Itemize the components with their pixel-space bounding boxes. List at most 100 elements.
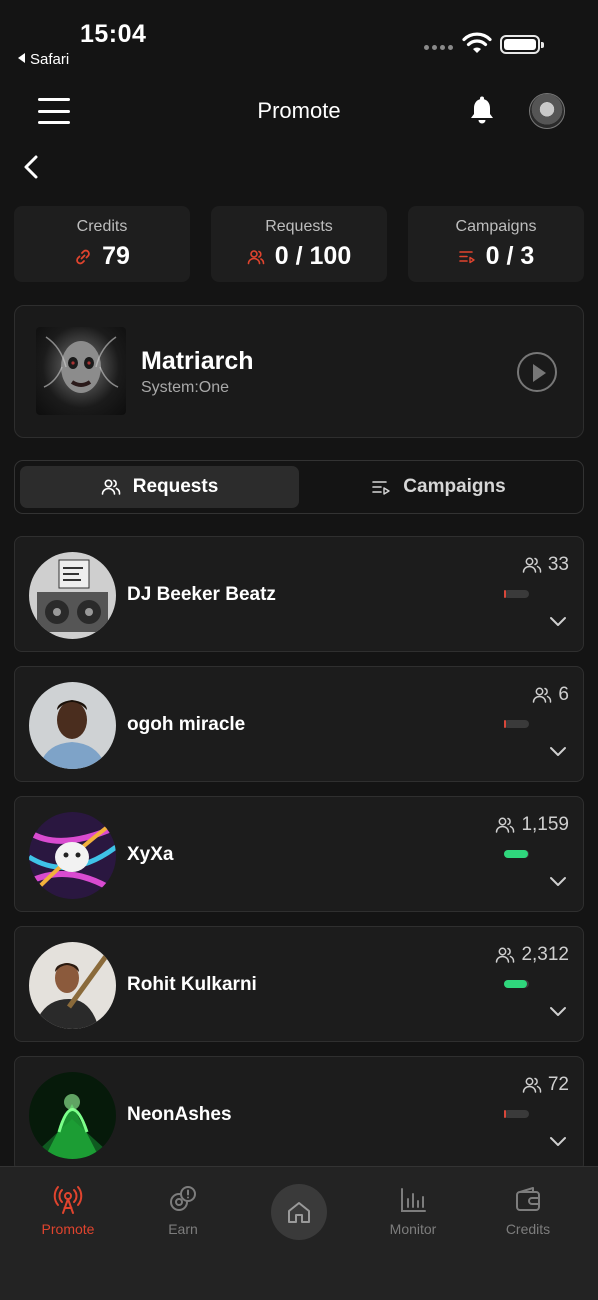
coins-icon — [170, 1186, 196, 1211]
nav-promote[interactable]: Promote — [18, 1185, 118, 1237]
follower-count: 33 — [522, 554, 569, 576]
home-button[interactable] — [271, 1184, 327, 1240]
activity-bar-fill — [504, 1110, 506, 1118]
wallet-icon — [516, 1187, 540, 1211]
activity-bar-fill — [504, 590, 506, 598]
follower-value: 2,312 — [521, 944, 569, 965]
users-icon — [522, 1077, 542, 1093]
follower-count: 6 — [532, 684, 569, 706]
curator-name: ogoh miracle — [127, 714, 246, 735]
follower-count: 72 — [522, 1074, 569, 1096]
activity-bar — [504, 980, 529, 988]
signal-icon — [424, 45, 453, 50]
curator-item[interactable]: DJ Beeker Beatz 33 — [14, 536, 584, 652]
play-button[interactable] — [517, 352, 557, 392]
nav-label: Credits — [505, 1221, 551, 1237]
curator-name: Rohit Kulkarni — [127, 974, 257, 995]
stat-value: 0 / 3 — [485, 242, 535, 270]
curator-item[interactable]: ogoh miracle 6 — [14, 666, 584, 782]
broadcast-icon — [53, 1186, 83, 1214]
nav-label: Promote — [41, 1221, 95, 1237]
follower-value: 1,159 — [521, 814, 569, 835]
users-icon — [533, 687, 552, 703]
page-title: Promote — [257, 98, 341, 123]
tab-campaigns[interactable]: Campaigns — [299, 466, 578, 508]
back-app-label: Safari — [30, 51, 70, 68]
bottom-navigation: Promote Earn Monitor Credits — [0, 1166, 598, 1300]
activity-bar-fill — [504, 720, 506, 728]
wifi-icon — [462, 32, 492, 53]
app-header: Promote — [0, 80, 598, 142]
stat-card-requests: Requests 0 / 100 — [211, 206, 387, 282]
users-icon — [496, 947, 515, 963]
activity-bar — [504, 720, 529, 728]
curator-avatar — [29, 812, 116, 899]
follower-count: 2,312 — [495, 944, 569, 966]
chevron-down-icon[interactable] — [549, 745, 567, 757]
curator-avatar — [29, 552, 116, 639]
curator-avatar — [29, 942, 116, 1029]
activity-bar-fill — [504, 980, 527, 988]
tab-bar: Requests Campaigns — [14, 460, 584, 514]
track-artist: System:One — [141, 379, 230, 396]
users-icon — [496, 817, 515, 833]
curator-avatar — [29, 1072, 116, 1159]
users-icon — [101, 479, 121, 495]
users-icon — [522, 557, 542, 573]
stat-card-campaigns: Campaigns 0 / 3 — [408, 206, 584, 282]
track-artwork — [36, 327, 126, 415]
curator-avatar — [29, 682, 116, 769]
nav-label: Earn — [168, 1221, 198, 1237]
tab-requests[interactable]: Requests — [20, 466, 299, 508]
profile-avatar[interactable] — [529, 93, 565, 129]
chevron-down-icon[interactable] — [549, 615, 567, 627]
curator-name: XyXa — [127, 844, 174, 865]
nav-credits[interactable]: Credits — [478, 1185, 578, 1237]
play-icon — [533, 364, 546, 382]
follower-value: 33 — [547, 554, 569, 575]
battery-icon — [500, 35, 544, 54]
track-title: Matriarch — [141, 347, 254, 375]
back-to-app-link[interactable]: Safari — [18, 51, 69, 68]
back-chevron-icon[interactable] — [20, 152, 44, 182]
stat-card-credits: Credits 79 — [14, 206, 190, 282]
stat-value: 0 / 100 — [274, 242, 352, 270]
bell-icon[interactable] — [468, 96, 496, 126]
follower-value: 72 — [547, 1074, 569, 1095]
playlist-icon — [458, 250, 475, 263]
activity-bar — [504, 590, 529, 598]
follower-count: 1,159 — [495, 814, 569, 836]
stats-row: Credits 79 Requests 0 / 100 Campaigns 0 … — [14, 206, 584, 282]
nav-earn[interactable]: Earn — [133, 1185, 233, 1237]
curator-list: DJ Beeker Beatz 33 ogoh miracle 6 XyXa 1… — [14, 536, 584, 1186]
chevron-down-icon[interactable] — [549, 875, 567, 887]
curator-item[interactable]: Rohit Kulkarni 2,312 — [14, 926, 584, 1042]
users-icon — [247, 249, 265, 264]
playlist-icon — [372, 481, 390, 495]
status-bar: 15:04 Safari — [0, 0, 598, 80]
chevron-down-icon[interactable] — [549, 1135, 567, 1147]
tab-label: Requests — [132, 476, 219, 497]
link-icon — [76, 249, 90, 264]
back-triangle-icon — [18, 53, 25, 63]
curator-name: NeonAshes — [127, 1104, 232, 1125]
nav-monitor[interactable]: Monitor — [363, 1185, 463, 1237]
activity-bar — [504, 1110, 529, 1118]
tab-label: Campaigns — [403, 476, 506, 497]
stat-label: Requests — [265, 218, 333, 235]
nav-label: Monitor — [389, 1221, 437, 1237]
stat-label: Credits — [76, 218, 128, 235]
curator-item[interactable]: NeonAshes 72 — [14, 1056, 584, 1172]
follower-value: 6 — [558, 684, 569, 705]
chevron-down-icon[interactable] — [549, 1005, 567, 1017]
activity-bar-fill — [504, 850, 528, 858]
stat-label: Campaigns — [455, 218, 537, 235]
curator-item[interactable]: XyXa 1,159 — [14, 796, 584, 912]
bar-chart-icon — [401, 1188, 426, 1212]
curator-name: DJ Beeker Beatz — [127, 584, 276, 605]
activity-bar — [504, 850, 529, 858]
stat-value: 79 — [102, 242, 130, 270]
selected-track-card[interactable]: Matriarch System:One — [14, 305, 584, 438]
status-time: 15:04 — [80, 20, 147, 48]
home-icon — [288, 1202, 310, 1223]
